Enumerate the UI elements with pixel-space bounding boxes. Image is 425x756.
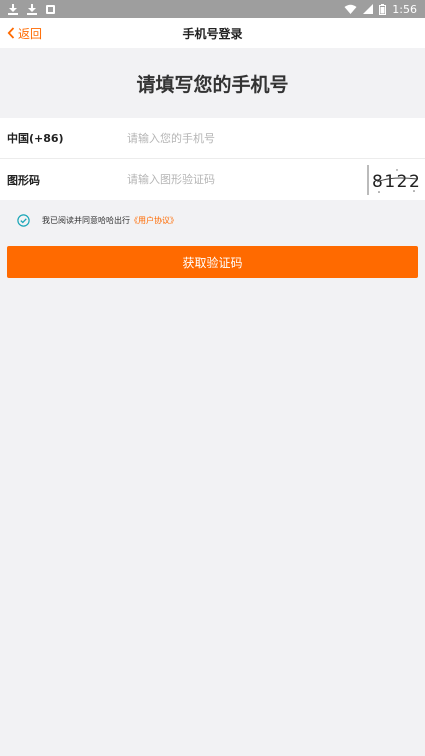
captcha-row: 图形码 8122 xyxy=(0,159,425,200)
captcha-input[interactable] xyxy=(127,159,367,200)
battery-icon xyxy=(379,3,387,15)
country-code-label: 中国(+86) xyxy=(7,132,64,145)
status-bar: 1:56 xyxy=(0,0,425,18)
captcha-image[interactable]: 8122 xyxy=(367,161,423,198)
form-heading: 请填写您的手机号 xyxy=(136,73,289,96)
agreement-text: 我已阅读并同意哈哈出行 xyxy=(42,215,130,225)
login-form: 中国(+86) 图形码 8122 xyxy=(0,118,425,200)
download-icon xyxy=(8,3,18,15)
nav-bar: 返回 手机号登录 xyxy=(0,18,425,48)
status-bar-left xyxy=(8,3,55,15)
status-time: 1:56 xyxy=(392,2,417,16)
back-button[interactable]: 返回 xyxy=(7,18,42,48)
captcha-text: 8122 xyxy=(372,172,421,192)
back-label: 返回 xyxy=(18,26,43,41)
chevron-left-icon xyxy=(7,27,15,39)
signal-icon xyxy=(363,4,374,14)
check-circle-icon[interactable] xyxy=(17,213,30,227)
user-agreement-link[interactable]: 《用户协议》 xyxy=(130,215,178,226)
wifi-icon xyxy=(344,4,357,14)
download-icon xyxy=(27,3,37,15)
phone-input[interactable] xyxy=(127,118,425,158)
page-title: 手机号登录 xyxy=(182,26,243,41)
status-bar-right: 1:56 xyxy=(344,3,417,16)
captcha-label: 图形码 xyxy=(7,173,40,187)
agreement-row: 我已阅读并同意哈哈出行 《用户协议》 xyxy=(0,200,425,240)
get-verification-code-button[interactable]: 获取验证码 xyxy=(7,246,418,278)
notification-icon xyxy=(46,4,55,14)
phone-row: 中国(+86) xyxy=(0,118,425,159)
